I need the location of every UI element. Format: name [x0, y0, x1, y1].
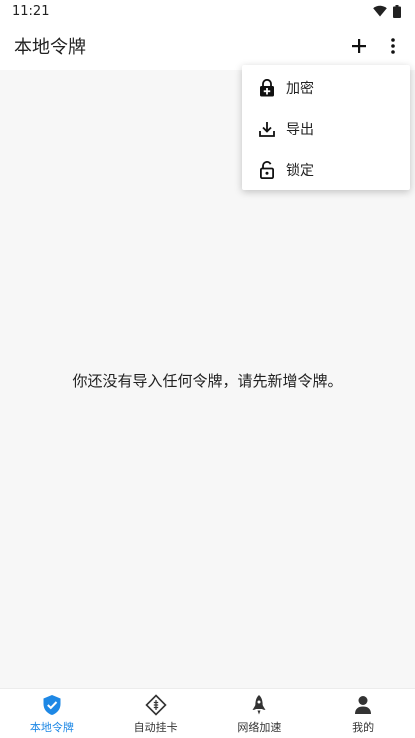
- menu-item-export[interactable]: 导出: [242, 108, 410, 149]
- rocket-icon: [252, 695, 266, 715]
- add-token-button[interactable]: [349, 34, 369, 58]
- more-options-button[interactable]: [383, 34, 403, 58]
- lock-plus-icon: [260, 78, 274, 96]
- page-title: 本地令牌: [14, 37, 86, 58]
- plus-icon: [352, 39, 366, 53]
- download-icon: [259, 121, 275, 137]
- person-icon: [355, 696, 372, 714]
- menu-item-lock[interactable]: 锁定: [242, 149, 410, 190]
- menu-item-label: 锁定: [286, 162, 314, 179]
- wifi-icon: [373, 5, 387, 17]
- nav-item-auto-hang-card[interactable]: 自动挂卡: [104, 689, 208, 738]
- more-vert-icon: [391, 38, 395, 54]
- nav-label: 自动挂卡: [133, 721, 178, 734]
- shield-check-icon: [43, 695, 61, 715]
- nav-label: 本地令牌: [29, 721, 74, 734]
- menu-item-encrypt[interactable]: 加密: [242, 67, 410, 108]
- nav-label: 网络加速: [237, 721, 282, 734]
- nav-label: 我的: [352, 721, 375, 734]
- menu-item-label: 导出: [286, 121, 314, 138]
- app-bar: 本地令牌: [0, 22, 415, 70]
- status-bar: 11:21: [0, 0, 415, 22]
- nav-item-mine[interactable]: 我的: [311, 689, 415, 738]
- empty-state-message: 你还没有导入任何令牌，请先新增令牌。: [72, 372, 343, 390]
- status-icons: [373, 4, 401, 18]
- diamond-icon: [144, 694, 167, 716]
- nav-item-local-tokens[interactable]: 本地令牌: [0, 689, 104, 738]
- status-time: 11:21: [12, 3, 50, 19]
- options-menu: 加密 导出 锁定: [242, 65, 410, 190]
- battery-icon: [393, 4, 401, 18]
- lock-open-icon: [260, 160, 274, 179]
- nav-item-network-acceleration[interactable]: 网络加速: [208, 689, 312, 738]
- bottom-nav: 本地令牌 自动挂卡 网络加速 我的: [0, 688, 415, 738]
- menu-item-label: 加密: [286, 80, 314, 97]
